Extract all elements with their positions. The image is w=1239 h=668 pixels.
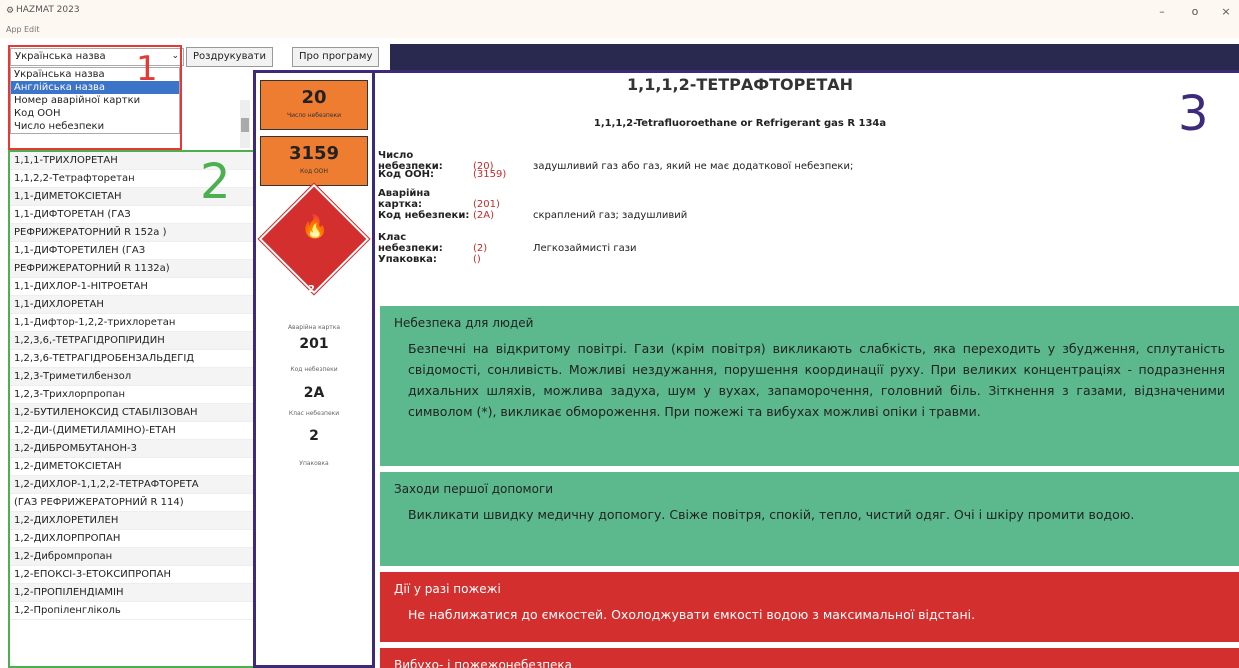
info-row: Клас небезпеки: (2) Легкозаймисті гази bbox=[378, 232, 637, 254]
list-item[interactable]: 1,2-ДИМЕТОКСІЕТАН bbox=[10, 458, 254, 476]
list-item[interactable]: 1,2-ДИХЛОР-1,1,2,2-ТЕТРАФТОРЕТА bbox=[10, 476, 254, 494]
substance-title: 1,1,1,2-ТЕТРАФТОРЕТАН bbox=[627, 75, 853, 94]
list-item[interactable]: РЕФРИЖЕРАТОРНИЙ R 152a ) bbox=[10, 224, 254, 242]
annotation-number-1: 1 bbox=[136, 49, 158, 89]
list-item[interactable]: 1,2,3,6,-ТЕТРАГІДРОПІРИДИН bbox=[10, 332, 254, 350]
info-row: Код небезпеки: (2A) скраплений газ; задушл… bbox=[378, 210, 688, 221]
card-value: 201 bbox=[299, 336, 329, 352]
list-item[interactable]: 1,2-ЕПОКСІ-3-ЕТОКСИПРОПАН bbox=[10, 566, 254, 584]
list-item[interactable]: 1,2-ДИХЛОРПРОПАН bbox=[10, 530, 254, 548]
list-item[interactable]: 1,1-ДИФТОРЕТИЛЕН (ГАЗ bbox=[10, 242, 254, 260]
list-item[interactable]: (ГАЗ РЕФРИЖЕРАТОРНИЙ R 114) bbox=[10, 494, 254, 512]
section-text: Викликати швидку медичну допомогу. Свіже… bbox=[408, 507, 1135, 522]
menu-bar: App Edit bbox=[0, 22, 1239, 38]
list-item[interactable]: 1,1-ДИХЛОРЕТАН bbox=[10, 296, 254, 314]
minimize-button[interactable]: – bbox=[1152, 5, 1172, 18]
window-title: HAZMAT 2023 bbox=[16, 5, 80, 15]
first-aid-section: Заходи першої допомоги Викликати швидку … bbox=[380, 472, 1239, 566]
list-item[interactable]: РЕФРИЖЕРАТОРНИЙ R 1132a) bbox=[10, 260, 254, 278]
list-item[interactable]: 1,2-БУТИЛЕНОКСИД СТАБІЛІЗОВАН bbox=[10, 404, 254, 422]
annotation-number-3: 3 bbox=[1178, 86, 1209, 142]
substance-subtitle: 1,1,1,2-Tetrafluoroethane or Refrigerant… bbox=[593, 118, 887, 129]
flame-icon: 🔥 bbox=[301, 215, 329, 240]
section-heading: Заходи першої допомоги bbox=[394, 482, 554, 496]
section-heading: Небезпека для людей bbox=[394, 316, 534, 330]
hazard-number-label: Число небезпеки bbox=[286, 112, 342, 119]
hazard-number-value: 20 bbox=[301, 87, 327, 108]
hazard-code-value: 2A bbox=[303, 385, 325, 401]
un-code-value: 3159 bbox=[288, 143, 340, 164]
explosion-section: Вибухо- і пожежонебезпека bbox=[380, 648, 1239, 668]
list-item[interactable]: 1,2-ПРОПІЛЕНДІАМІН bbox=[10, 584, 254, 602]
section-text: Не наближатися до ємкостей. Охолоджувати… bbox=[408, 607, 976, 622]
app-icon: ⚙ bbox=[6, 6, 15, 16]
hazard-code-label: Код небезпеки bbox=[290, 366, 338, 373]
about-button[interactable]: Про програму bbox=[292, 47, 380, 67]
maximize-button[interactable]: o bbox=[1185, 5, 1205, 18]
upper-scrollbar[interactable] bbox=[240, 100, 250, 148]
title-bar: ⚙ HAZMAT 2023 – o × bbox=[0, 0, 1239, 22]
pack-label: Упаковка bbox=[299, 460, 329, 467]
substance-list: 1,1,1-ТРИХЛОРЕТАН 1,1,2,2-Тетрафторетан … bbox=[8, 150, 256, 668]
list-item[interactable]: 1,2,3-Триметилбензол bbox=[10, 368, 254, 386]
info-row: Код ООН: (3159) bbox=[378, 169, 507, 180]
class-value: 2 bbox=[309, 428, 319, 444]
dropdown-option[interactable]: Номер аварійної картки bbox=[11, 94, 179, 107]
info-row: Аварійна картка: (201) bbox=[378, 188, 500, 210]
close-button[interactable]: × bbox=[1216, 5, 1236, 18]
dropdown-option[interactable]: Код ООН bbox=[11, 107, 179, 120]
print-button[interactable]: Роздрукувати bbox=[186, 47, 273, 67]
list-item[interactable]: 1,2-ДИБРОМБУТАНОН-3 bbox=[10, 440, 254, 458]
list-item[interactable]: 1,2-Пропіленгліколь bbox=[10, 602, 254, 620]
section-text: Безпечні на відкритому повітрі. Гази (кр… bbox=[408, 341, 1225, 419]
search-mode-select[interactable]: Українська назва ⌄ bbox=[10, 48, 184, 66]
list-item[interactable]: 1,1-ДИХЛОР-1-НІТРОЕТАН bbox=[10, 278, 254, 296]
menu-app[interactable]: App bbox=[6, 25, 22, 34]
list-item[interactable]: 1,2-ДИХЛОРЕТИЛЕН bbox=[10, 512, 254, 530]
list-item[interactable]: 1,2-ДИ-(ДИМЕТИЛАМІНО)-ЕТАН bbox=[10, 422, 254, 440]
section-heading: Дії у разі пожежі bbox=[394, 582, 501, 596]
annotation-number-2: 2 bbox=[200, 154, 231, 210]
class-label: Клас небезпеки bbox=[288, 410, 340, 417]
section-heading: Вибухо- і пожежонебезпека bbox=[394, 658, 573, 668]
list-item[interactable]: 1,2-Дибромпропан bbox=[10, 548, 254, 566]
toolbar-band bbox=[390, 44, 1239, 70]
un-code-label: Код ООН bbox=[300, 168, 328, 175]
un-code-card: 3159 Код ООН bbox=[260, 136, 368, 186]
info-row: Упаковка:() bbox=[378, 254, 481, 265]
fire-section: Дії у разі пожежі Не наближатися до ємко… bbox=[380, 572, 1239, 642]
people-hazard-section: Небезпека для людей Безпечні на відкрито… bbox=[380, 306, 1239, 466]
diamond-class-number: 2 bbox=[308, 284, 315, 295]
select-value: Українська назва bbox=[15, 51, 106, 62]
list-item[interactable]: 1,1-Дифтор-1,2,2-трихлоретан bbox=[10, 314, 254, 332]
dropdown-option[interactable]: Число небезпеки bbox=[11, 120, 179, 133]
menu-edit[interactable]: Edit bbox=[24, 25, 40, 34]
chevron-down-icon[interactable]: ⌄ bbox=[171, 51, 179, 61]
list-item[interactable]: 1,2,3,6-ТЕТРАГІДРОБЕНЗАЛЬДЕГІД bbox=[10, 350, 254, 368]
hazard-number-card: 20 Число небезпеки bbox=[260, 80, 368, 130]
list-item[interactable]: 1,2,3-Трихлорпропан bbox=[10, 386, 254, 404]
card-label: Аварійна картка bbox=[287, 324, 341, 331]
